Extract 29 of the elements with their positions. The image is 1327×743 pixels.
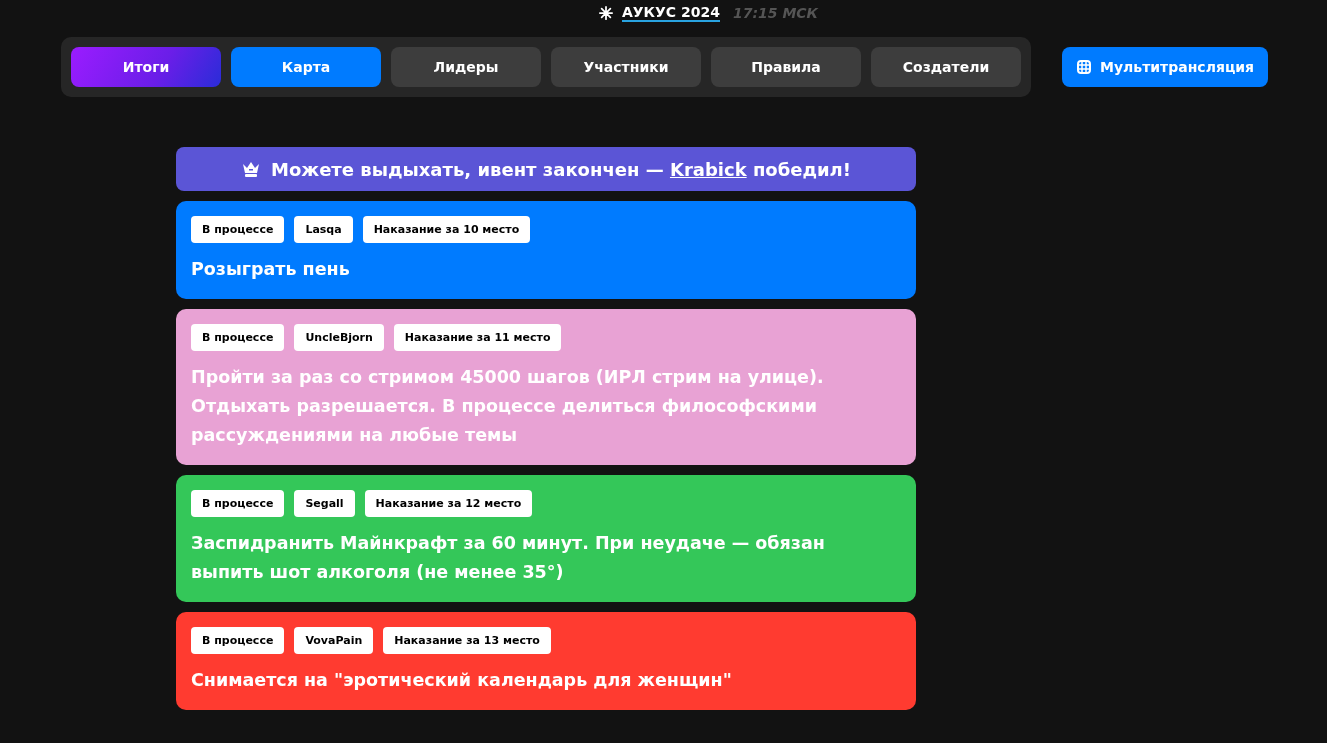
tag-label: Lasqa (294, 216, 353, 243)
winner-message: Можете выдыхать, ивент закончен — Krabick победил! (270, 158, 851, 180)
punishment-text: Розыграть пень (191, 258, 351, 281)
nav-tab[interactable]: Итоги (71, 47, 221, 87)
tag-label: В процессе (191, 627, 285, 654)
multistream-button[interactable]: Мультитрансляция (1062, 47, 1269, 87)
tag-label: Segall (294, 490, 355, 517)
tag-label: В процессе (191, 324, 285, 351)
punishment-text: Заспидранить Майнкрафт за 60 минут. При неудаче — обязан выпить шот алкоголя (не менее 35°) (191, 532, 826, 584)
clock-time: 17:15 МСК (732, 5, 819, 21)
snowflake-icon (598, 6, 613, 20)
punishment-text: Пройти за раз со стримом 45000 шагов (ИРЛ стрим на улице). Отдыхать разрешается. В процессе делиться философскими рассуждениями на любые темы (191, 366, 825, 447)
nav-tab[interactable]: Карта (231, 47, 381, 87)
event-title[interactable]: АУКУС 2024 (621, 4, 720, 22)
winner-link[interactable]: Krabick (669, 158, 747, 180)
punishment-text: Снимается на "эротический календарь для женщин" (191, 669, 733, 692)
tag-label: Наказание за 12 место (364, 490, 533, 517)
nav-tab[interactable]: Создатели (871, 47, 1021, 87)
nav-tab[interactable]: Участники (551, 47, 701, 87)
tag-label: В процессе (191, 490, 285, 517)
tag-label: Наказание за 13 место (383, 627, 551, 654)
tag-label: В процессе (191, 216, 285, 243)
nav-tab[interactable]: Лидеры (391, 47, 541, 87)
tag-label: UncleBjorn (294, 324, 384, 351)
nav-tab[interactable]: Правила (711, 47, 861, 87)
tag-label: Наказание за 11 место (393, 324, 562, 351)
grid-icon (1076, 59, 1092, 75)
tag-label: VovaPain (294, 627, 374, 654)
tag-label: Наказание за 10 место (362, 216, 531, 243)
